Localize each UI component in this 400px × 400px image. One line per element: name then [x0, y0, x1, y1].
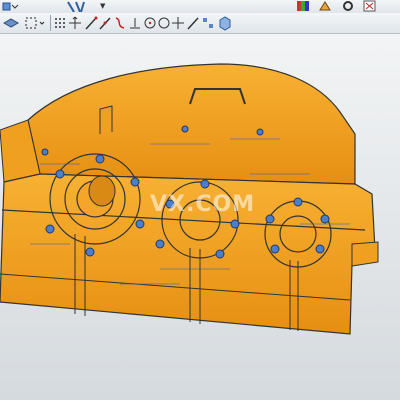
close-box-icon[interactable]: [362, 0, 378, 12]
3d-viewport[interactable]: VX.COM: [0, 34, 400, 400]
snap-curve-icon[interactable]: [113, 15, 127, 31]
snap-line-icon[interactable]: [84, 15, 98, 31]
toolbar-options-icon[interactable]: [64, 0, 104, 12]
snap-target-icon[interactable]: [201, 15, 215, 31]
input-shaft: [88, 175, 116, 207]
snap-edge-icon[interactable]: [186, 15, 200, 31]
toolbar-separator: [50, 15, 51, 31]
side-rail: [351, 241, 379, 267]
snap-pin-icon[interactable]: [128, 15, 142, 31]
view-cube-icon[interactable]: [218, 15, 232, 31]
layer-icon[interactable]: [2, 15, 20, 31]
gearbox-model[interactable]: [0, 34, 400, 400]
snap-grid-icon[interactable]: [53, 15, 67, 31]
part-color-icon[interactable]: [296, 0, 310, 12]
settings-icon[interactable]: [340, 0, 356, 12]
select-box-icon[interactable]: [24, 15, 46, 31]
snap-circle-icon[interactable]: [143, 15, 157, 31]
watermark: VX.COM: [150, 192, 256, 217]
paint-icon[interactable]: [318, 0, 334, 12]
mode-select-icon[interactable]: [2, 0, 22, 12]
gearbox-cover: [27, 63, 356, 185]
top-toolbar: ▼: [0, 0, 400, 14]
snap-center-icon[interactable]: [157, 15, 171, 31]
snap-angle-icon[interactable]: [98, 15, 112, 31]
snap-move-icon[interactable]: [68, 15, 82, 31]
snap-point-icon[interactable]: [171, 15, 185, 31]
lift-lug: [99, 105, 113, 134]
snap-toolbar: [0, 13, 400, 34]
